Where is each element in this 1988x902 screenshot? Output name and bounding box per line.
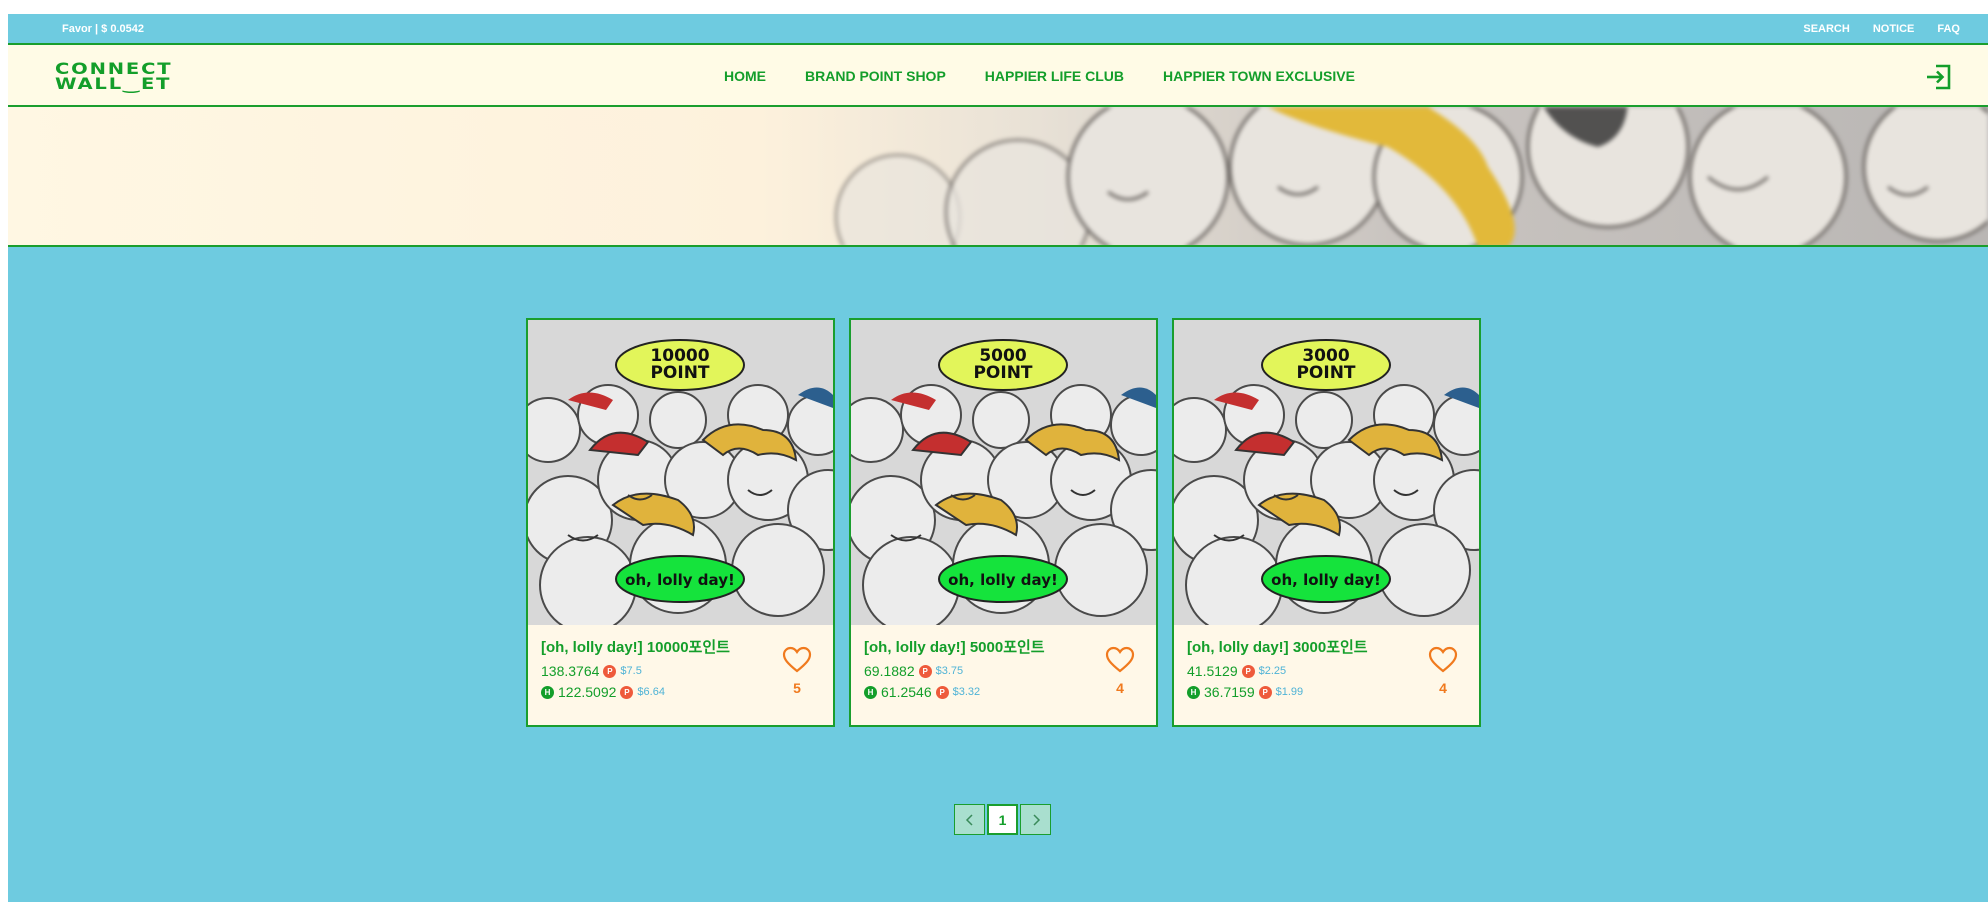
price-favor: 41.5129 (1187, 663, 1238, 679)
product-info: [oh, lolly day!] 3000포인트 41.5129 P $2.25… (1187, 636, 1409, 700)
favor-coin-icon: P (1258, 685, 1272, 699)
heart-icon (1105, 646, 1135, 673)
product-image: 3000 POINT oh, lolly day! (1174, 320, 1479, 625)
nav-happier-life-club[interactable]: HAPPIER LIFE CLUB (985, 68, 1124, 84)
favor-price-row: 138.3764 P $7.5 (541, 663, 763, 679)
product-title[interactable]: [oh, lolly day!] 10000포인트 (541, 636, 763, 657)
usd-favor: $3.75 (935, 665, 964, 677)
product-grid: 10000 POINT oh, lolly day! [oh, lolly da… (526, 318, 1481, 727)
product-title[interactable]: [oh, lolly day!] 3000포인트 (1187, 636, 1409, 657)
favor-coin-icon: P (935, 685, 949, 699)
badge-brand: oh, lolly day! (625, 571, 735, 589)
favor-coin-icon: P (620, 685, 634, 699)
favor-coin-icon: P (918, 664, 932, 678)
like-count: 4 (1116, 680, 1124, 696)
happier-coin-icon: H (1187, 685, 1200, 699)
product-info: [oh, lolly day!] 10000포인트 138.3764 P $7.… (541, 636, 763, 700)
like-count: 4 (1439, 680, 1447, 696)
chevron-right-icon (1032, 813, 1040, 826)
happier-price-row: H 61.2546 P $3.32 (864, 684, 1086, 700)
like-count: 5 (793, 680, 801, 696)
product-thumbnail: 5000 POINT oh, lolly day! (851, 320, 1156, 625)
happier-price-row: H 122.5092 P $6.64 (541, 684, 763, 700)
banner-pins-image (834, 107, 1988, 245)
product-card[interactable]: 5000 POINT oh, lolly day! [oh, lolly day… (849, 318, 1158, 727)
next-page-button[interactable] (1020, 804, 1051, 835)
main-nav: HOME BRAND POINT SHOP HAPPIER LIFE CLUB … (724, 68, 1355, 84)
badge-point: POINT (973, 363, 1032, 383)
top-bar: Favor | $ 0.0542 SEARCH NOTICE FAQ (8, 14, 1988, 45)
faq-link[interactable]: FAQ (1937, 23, 1960, 35)
product-card[interactable]: 10000 POINT oh, lolly day! [oh, lolly da… (526, 318, 835, 727)
nav-home[interactable]: HOME (724, 68, 766, 84)
top-links: SEARCH NOTICE FAQ (1803, 23, 1960, 35)
pagination: 1 (954, 804, 1051, 835)
heart-icon (1428, 646, 1458, 673)
favor-price-row: 41.5129 P $2.25 (1187, 663, 1409, 679)
notice-link[interactable]: NOTICE (1873, 23, 1915, 35)
badge-brand: oh, lolly day! (948, 571, 1058, 589)
price-favor: 69.1882 (864, 663, 915, 679)
favor-coin-icon: P (603, 664, 617, 678)
favor-coin-icon: P (1241, 664, 1255, 678)
product-image: 5000 POINT oh, lolly day! (851, 320, 1156, 625)
happier-price-row: H 36.7159 P $1.99 (1187, 684, 1409, 700)
logo-line-2: WALL‿ET (55, 74, 172, 93)
product-thumbnail: 10000 POINT oh, lolly day! (528, 320, 833, 625)
page-number-button[interactable]: 1 (987, 804, 1018, 835)
badge-point: POINT (1296, 363, 1355, 383)
product-card[interactable]: 3000 POINT oh, lolly day! [oh, lolly day… (1172, 318, 1481, 727)
page: Favor | $ 0.0542 SEARCH NOTICE FAQ CONNE… (8, 14, 1988, 902)
usd-favor: $2.25 (1258, 665, 1287, 677)
connect-wallet-logo[interactable]: CONNECT WALL‿ET (55, 61, 172, 93)
main-navbar: CONNECT WALL‿ET HOME BRAND POINT SHOP HA… (8, 45, 1988, 107)
price-h: 36.7159 (1204, 684, 1255, 700)
badge-brand: oh, lolly day! (1271, 571, 1381, 589)
like-button[interactable]: 4 (1104, 646, 1136, 696)
badge-point: POINT (650, 363, 709, 383)
favor-price-row: 69.1882 P $3.75 (864, 663, 1086, 679)
hero-banner (8, 107, 1988, 247)
like-button[interactable]: 5 (781, 646, 813, 696)
price-h: 61.2546 (881, 684, 932, 700)
nav-happier-town-exclusive[interactable]: HAPPIER TOWN EXCLUSIVE (1163, 68, 1355, 84)
happier-coin-icon: H (864, 685, 877, 699)
product-title[interactable]: [oh, lolly day!] 5000포인트 (864, 636, 1086, 657)
usd-favor: $7.5 (620, 665, 642, 677)
usd-h: $1.99 (1275, 686, 1304, 698)
price-h: 122.5092 (558, 684, 617, 700)
price-favor: 138.3764 (541, 663, 600, 679)
usd-h: $3.32 (952, 686, 981, 698)
product-image: 10000 POINT oh, lolly day! (528, 320, 833, 625)
heart-icon (782, 646, 812, 673)
usd-h: $6.64 (637, 686, 665, 698)
login-icon[interactable] (1924, 63, 1952, 91)
nav-brand-point-shop[interactable]: BRAND POINT SHOP (805, 68, 946, 84)
product-info: [oh, lolly day!] 5000포인트 69.1882 P $3.75… (864, 636, 1086, 700)
happier-coin-icon: H (541, 685, 554, 699)
favor-price: Favor | $ 0.0542 (62, 23, 144, 35)
prev-page-button[interactable] (954, 804, 985, 835)
like-button[interactable]: 4 (1427, 646, 1459, 696)
product-thumbnail: 3000 POINT oh, lolly day! (1174, 320, 1479, 625)
chevron-left-icon (965, 813, 973, 826)
search-link[interactable]: SEARCH (1803, 23, 1849, 35)
